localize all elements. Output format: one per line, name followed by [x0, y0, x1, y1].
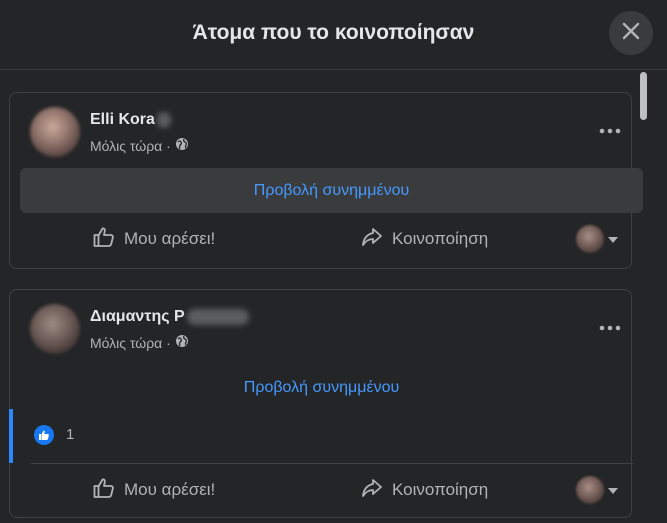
- audience-selector[interactable]: [576, 474, 624, 506]
- shared-post-card: Διαμαντης Ρ Μόλις τώρα · Προβολή συνημμέ…: [9, 289, 633, 518]
- share-button[interactable]: Κοινοποίηση: [360, 219, 488, 259]
- redacted-name-blur: [186, 309, 249, 325]
- post-author-name[interactable]: Elli Kora: [90, 111, 155, 129]
- dialog-title: Άτομα που το κοινοποίησαν: [192, 21, 475, 44]
- shared-post-card: Elli Kora Μόλις τώρα · Προβολή συνημμένο…: [9, 92, 643, 269]
- audience-selector[interactable]: [576, 223, 624, 255]
- more-dots-icon: [599, 121, 621, 139]
- share-button[interactable]: Κοινοποίηση: [360, 470, 488, 510]
- avatar[interactable]: [30, 107, 80, 157]
- globe-icon: [175, 334, 189, 351]
- post-timestamp[interactable]: Μόλις τώρα ·: [90, 335, 171, 351]
- caret-down-icon: [608, 230, 618, 248]
- like-reaction-icon: [34, 425, 54, 445]
- reaction-count: 1: [66, 426, 75, 443]
- share-label: Κοινοποίηση: [392, 229, 489, 248]
- like-label: Μου αρέσει!: [124, 229, 216, 248]
- post-actions-bar: Μου αρέσει! Κοινοποίηση: [10, 219, 633, 259]
- avatar[interactable]: [30, 304, 80, 354]
- caret-down-icon: [608, 481, 618, 499]
- post-timestamp[interactable]: Μόλις τώρα ·: [90, 138, 171, 154]
- like-button[interactable]: Μου αρέσει!: [92, 470, 215, 510]
- thumbs-up-icon: [92, 225, 116, 254]
- more-dots-icon: [599, 318, 621, 336]
- thumbs-up-icon: [92, 476, 116, 505]
- reactions-summary[interactable]: 1: [9, 409, 633, 463]
- globe-icon: [175, 137, 189, 154]
- share-arrow-icon: [360, 225, 384, 254]
- close-icon: [621, 21, 641, 46]
- reaction-highlight-bar: [9, 409, 13, 463]
- avatar: [576, 225, 604, 253]
- post-actions-bar: Μου αρέσει! Κοινοποίηση: [10, 470, 633, 510]
- scrollbar-thumb[interactable]: [640, 72, 647, 120]
- post-author-name[interactable]: Διαμαντης Ρ: [90, 308, 185, 326]
- like-button[interactable]: Μου αρέσει!: [92, 219, 215, 259]
- view-attachment-link[interactable]: Προβολή συνημμένου: [10, 365, 633, 410]
- post-meta: Μόλις τώρα ·: [90, 334, 189, 351]
- view-attachment-link[interactable]: Προβολή συνημμένου: [20, 168, 643, 213]
- share-arrow-icon: [360, 476, 384, 505]
- avatar: [576, 476, 604, 504]
- more-options-button[interactable]: [598, 318, 622, 336]
- close-button[interactable]: [609, 11, 653, 55]
- more-options-button[interactable]: [598, 121, 622, 139]
- post-meta: Μόλις τώρα ·: [90, 137, 189, 154]
- redacted-name-blur: [156, 112, 171, 128]
- like-label: Μου αρέσει!: [124, 480, 216, 499]
- dialog-header: Άτομα που το κοινοποίησαν: [0, 0, 667, 70]
- share-label: Κοινοποίηση: [392, 480, 489, 499]
- divider: [31, 463, 633, 464]
